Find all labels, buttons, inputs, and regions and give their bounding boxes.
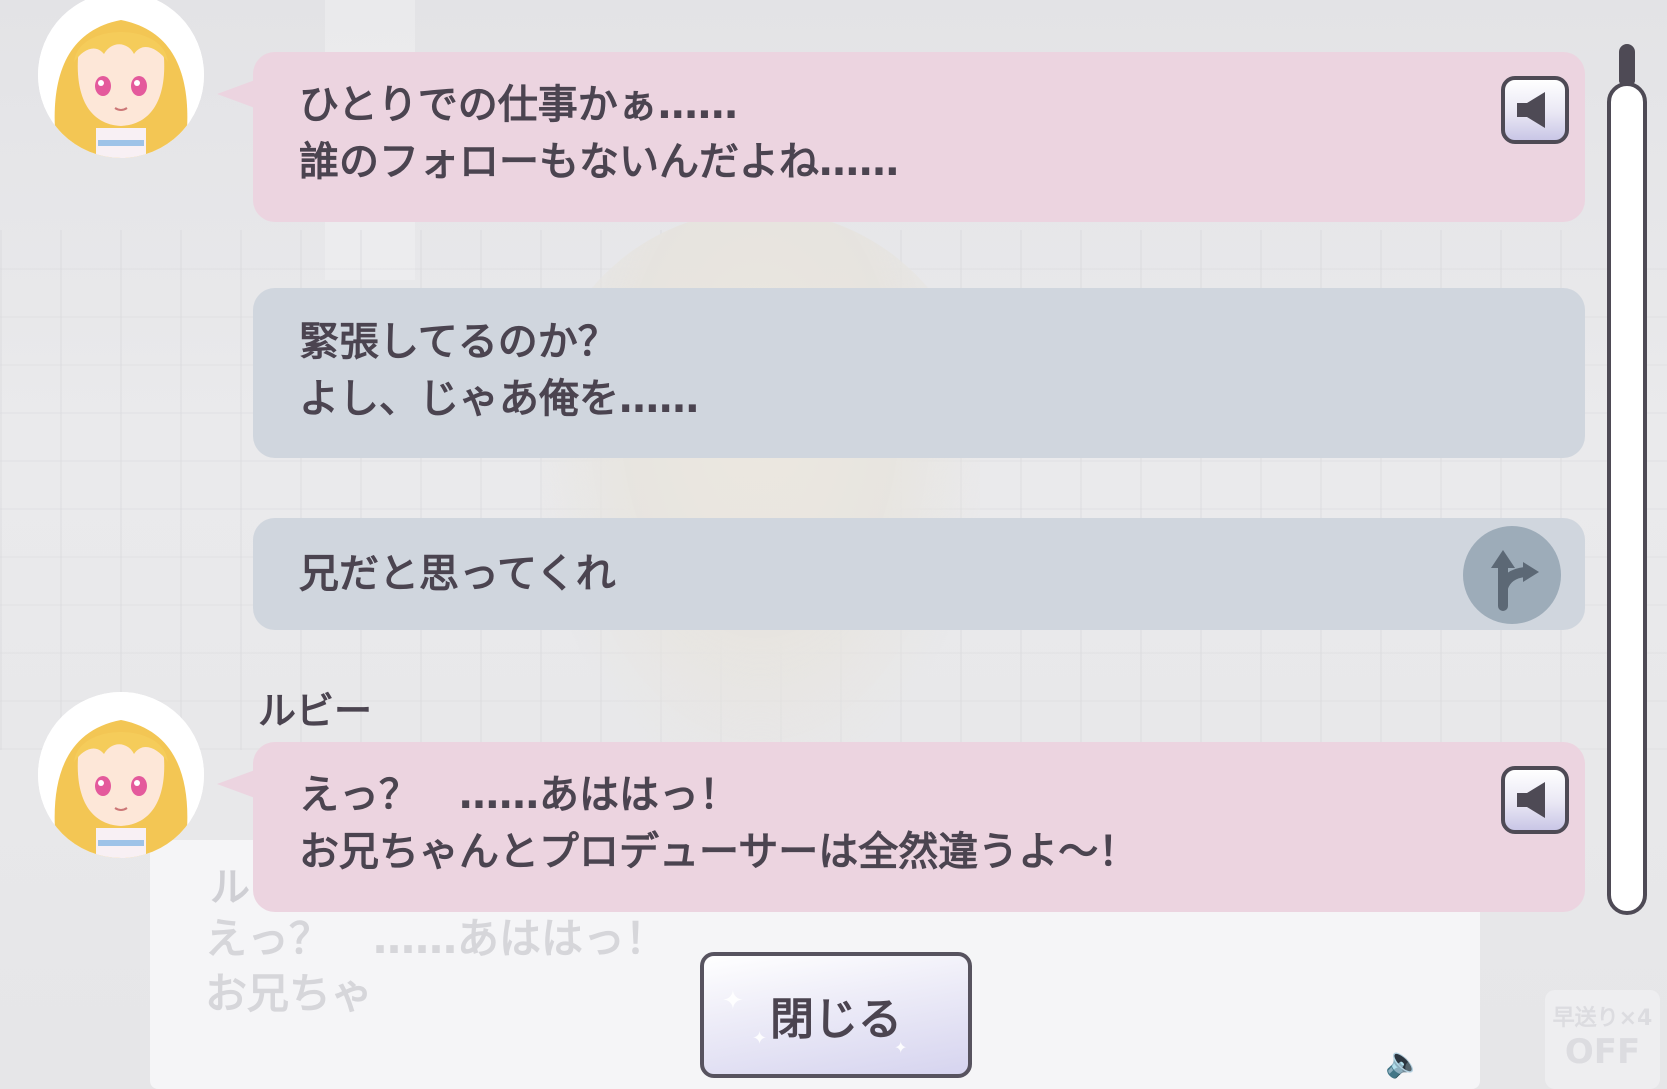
log-line: 緊張してるのか？ bbox=[299, 319, 618, 365]
log-line: お兄ちゃんとプロデューサーは全然違うよ～！ bbox=[299, 829, 1139, 875]
ruby-avatar bbox=[38, 692, 204, 858]
speaker-icon bbox=[1517, 92, 1545, 128]
speaker-icon bbox=[1517, 782, 1545, 818]
sparkle-icon: ✦ bbox=[722, 986, 744, 1016]
voice-replay-button[interactable] bbox=[1501, 76, 1569, 144]
log-line: 兄だと思ってくれ bbox=[299, 551, 616, 597]
scrollbar-track[interactable] bbox=[1607, 82, 1647, 915]
speaker-name: ルビー bbox=[258, 689, 373, 733]
log-line: 誰のフォローもないんだよね…… bbox=[299, 139, 899, 185]
sparkle-icon: ✦ bbox=[894, 1038, 908, 1057]
backlog-panel: ひとりでの仕事かぁ…… 誰のフォローもないんだよね…… 緊張してるのか？ よし、… bbox=[0, 0, 1667, 1089]
character-portrait-icon bbox=[38, 692, 204, 858]
ruby-avatar bbox=[38, 0, 204, 158]
log-entry-npc: ひとりでの仕事かぁ…… 誰のフォローもないんだよね…… bbox=[217, 52, 1585, 222]
log-line: ひとりでの仕事かぁ…… bbox=[299, 82, 738, 128]
log-line: よし、じゃあ俺を…… bbox=[299, 376, 699, 422]
log-entry-npc: えっ？ ……あははっ！ お兄ちゃんとプロデューサーは全然違うよ～！ bbox=[217, 742, 1585, 912]
choice-badge bbox=[1463, 526, 1561, 624]
voice-replay-button[interactable] bbox=[1501, 766, 1569, 834]
close-button[interactable]: ✦ ✦ ✦ 閉じる bbox=[700, 952, 972, 1078]
close-button-label: 閉じる bbox=[770, 994, 902, 1045]
sparkle-icon: ✦ bbox=[752, 1028, 768, 1049]
log-entry-player: 緊張してるのか？ よし、じゃあ俺を…… bbox=[253, 288, 1585, 458]
branch-arrow-icon bbox=[1491, 550, 1539, 611]
log-entry-choice: 兄だと思ってくれ bbox=[253, 518, 1585, 630]
log-line: えっ？ ……あははっ！ bbox=[299, 772, 739, 818]
scrollbar-thumb[interactable] bbox=[1619, 44, 1635, 84]
character-portrait-icon bbox=[38, 0, 204, 158]
